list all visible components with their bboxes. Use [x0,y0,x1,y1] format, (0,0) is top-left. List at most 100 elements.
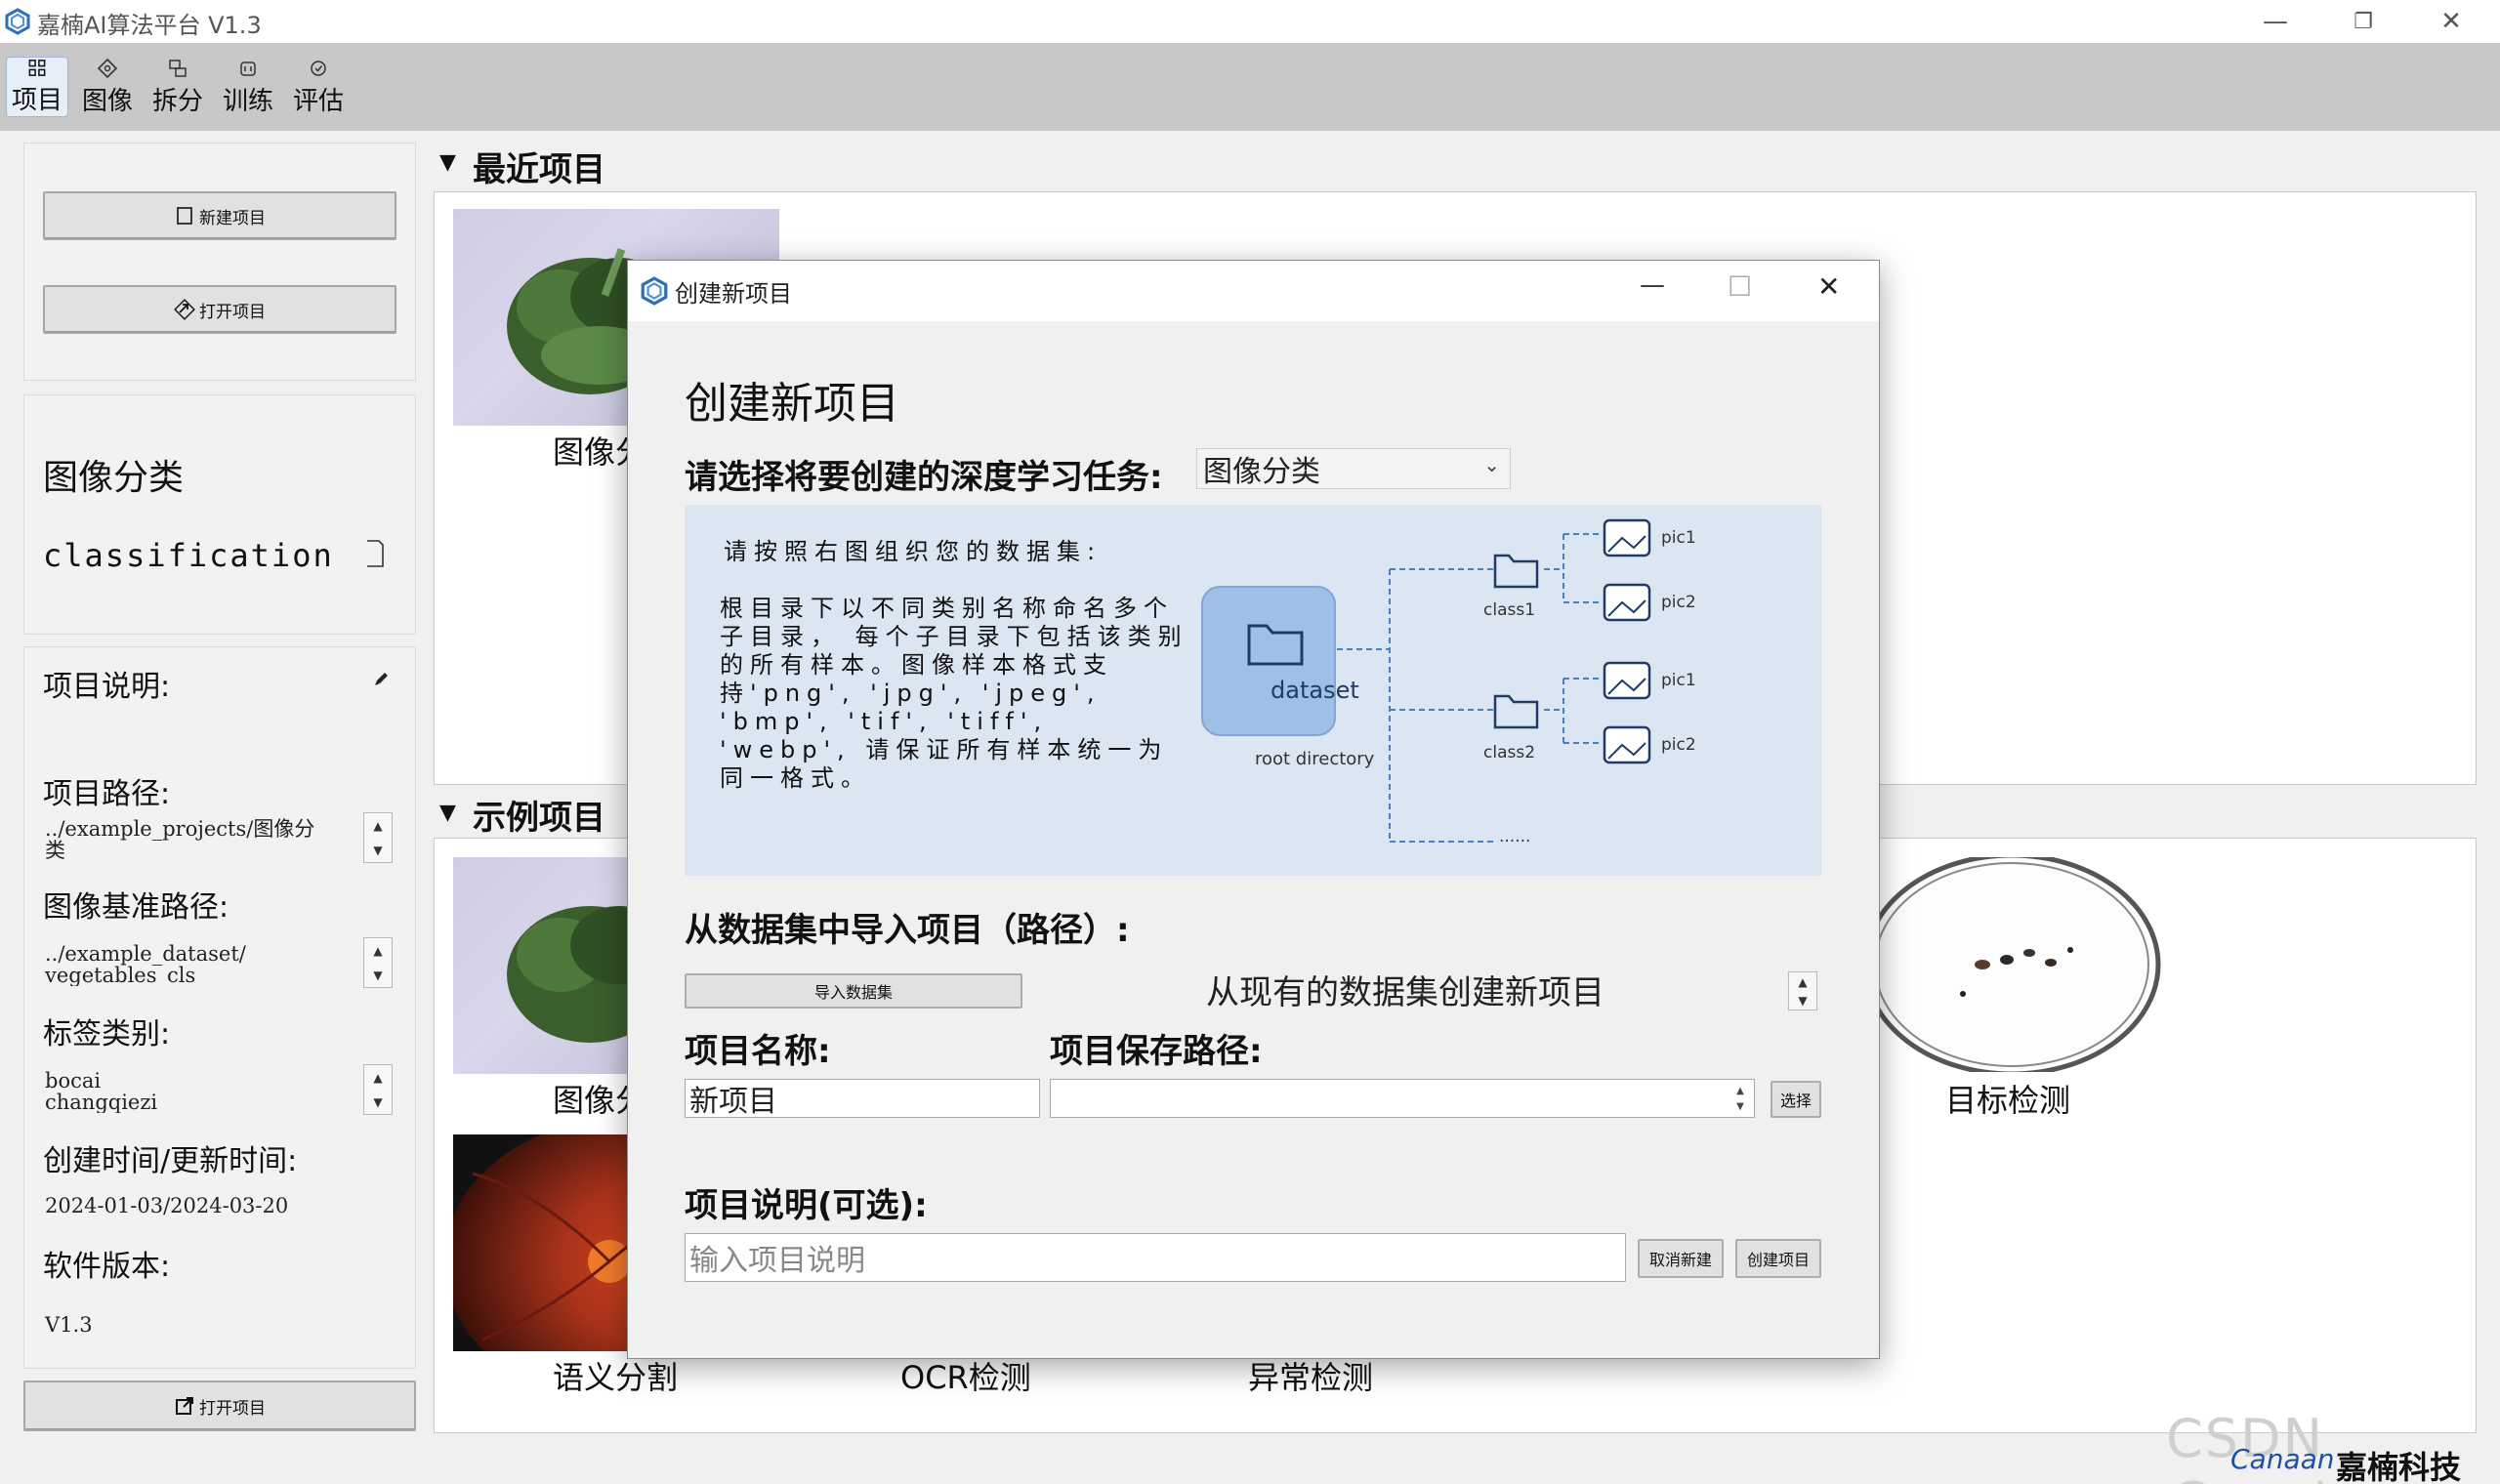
open-external-icon [176,1397,193,1415]
edit-pencil-icon[interactable] [371,670,391,689]
task-name-cn: 图像分类 [43,458,185,498]
dialog-close-button[interactable]: ✕ [1817,270,1840,303]
example-label-anomaly: 异常检测 [1248,1359,1374,1396]
split-icon [169,60,187,77]
new-project-button[interactable]: 新建项目 [43,191,396,240]
toolbar-project[interactable]: 项目 [6,57,68,117]
close-button[interactable]: ✕ [2412,0,2490,43]
version-value: V1.3 [45,1313,93,1337]
path-label: 项目路径: [43,777,171,811]
create-project-dialog: 创建新项目 — ☐ ✕ 创建新项目 请选择将要创建的深度学习任务: 图像分类 ⌄… [627,260,1880,1359]
grid-icon [28,60,46,76]
example-label-segmentation: 语义分割 [553,1359,679,1396]
petri-dish-image [1865,857,2161,1072]
diagram-class2: class2 [1483,743,1536,763]
dialog-heading: 创建新项目 [685,379,899,429]
toolbar-image[interactable]: 图像 [76,57,139,117]
task-type-select[interactable]: 图像分类 ⌄ [1196,448,1511,489]
restore-button[interactable]: ❐ [2324,0,2402,43]
new-project-label: 新建项目 [199,208,266,228]
save-path-input[interactable] [1050,1079,1755,1118]
desc-label: 项目说明: [43,670,171,704]
examples-collapse-icon[interactable]: ▼ [439,801,456,825]
diagram-pic1-a: pic1 [1661,528,1696,548]
diagram-root-caption: root directory [1255,749,1375,769]
toolbar-image-label: 图像 [81,87,133,116]
path-scroll-stepper[interactable]: ▲ ▼ [363,812,393,863]
task-panel [23,394,416,635]
window-title: 嘉楠AI算法平台 V1.3 [37,12,262,39]
dialog-minimize-button[interactable]: — [1640,270,1665,300]
import-title: 从数据集中导入项目（路径）: [685,911,1130,950]
left-actions-panel [23,143,416,381]
example-label-ocr: OCR检测 [900,1359,1031,1396]
image-tag-icon [97,58,118,79]
dialog-maximize-button[interactable]: ☐ [1728,270,1752,303]
toolbar-evaluate[interactable]: 评估 [287,57,350,117]
save-path-label: 项目保存路径: [1050,1032,1263,1071]
tags-value: bocai changqiezi [45,1070,158,1113]
diagram-pic1-b: pic1 [1661,671,1696,690]
desc-optional-label: 项目说明(可选): [685,1186,928,1225]
diagram-pic2-b: pic2 [1661,735,1696,755]
open-project-button[interactable]: 打开项目 [43,285,396,334]
task-name-en: classification [43,537,334,574]
time-value: 2024-01-03/2024-03-20 [45,1194,289,1217]
project-desc-input[interactable]: 输入项目说明 [685,1233,1626,1282]
app-logo-icon [5,8,30,35]
diagram-ellipsis: ...... [1499,827,1531,846]
evaluate-icon [311,61,326,76]
base-path-value: ../example_dataset/ vegetables_cls [45,943,246,986]
recent-section-title: 最近项目 [473,150,605,189]
diagram-body: 根目录下以不同类别名称命名多个子目录， 每个子目录下包括该类别的所有样本。图像样… [720,595,1188,792]
window-titlebar: 嘉楠AI算法平台 V1.3 — ❐ ✕ [0,0,2500,43]
diagram-root-label: dataset [1271,677,1359,704]
dialog-title: 创建新项目 [675,280,792,308]
tags-label: 标签类别: [43,1017,171,1051]
example-thumb-detection[interactable] [1865,857,2168,1072]
toolbar-split[interactable]: 拆分 [146,57,209,117]
chevron-down-icon: ⌄ [1483,453,1500,476]
base-path-scroll-stepper[interactable]: ▲ ▼ [363,937,393,988]
dataset-structure-diagram: 请按照右图组织您的数据集: 根目录下以不同类别名称命名多个子目录， 每个子目录下… [685,505,1821,876]
examples-section-title: 示例项目 [473,799,605,838]
dialog-logo-icon [641,276,668,306]
toolbar-evaluate-label: 评估 [292,87,344,116]
name-label: 项目名称: [685,1032,831,1071]
import-status-text: 从现有的数据集创建新项目 [1206,973,1604,1012]
toolbar-split-label: 拆分 [151,87,203,116]
base-path-label: 图像基准路径: [43,890,229,925]
dialog-titlebar: 创建新项目 — ☐ ✕ [628,261,1879,321]
tags-scroll-stepper[interactable]: ▲ ▼ [363,1064,393,1115]
task-type-value: 图像分类 [1203,455,1320,489]
bottom-open-project-label: 打开项目 [199,1398,266,1419]
toolbar-train[interactable]: 训练 [217,57,279,117]
toolbar-train-label: 训练 [222,87,273,116]
new-file-icon [177,207,192,225]
canaan-logo-text: Canaan [2230,1443,2335,1475]
project-name-input[interactable]: 新项目 [685,1079,1040,1119]
canaan-logo-cn: 嘉楠科技 [2336,1449,2462,1484]
diagram-pic2-a: pic2 [1661,593,1696,612]
choose-path-button[interactable]: 选择 [1771,1081,1821,1118]
cancel-create-button[interactable]: 取消新建 [1638,1239,1724,1278]
open-link-icon [174,299,195,320]
time-label: 创建时间/更新时间: [43,1144,298,1178]
path-value: ../example_projects/图像分 类 [45,818,315,861]
main-toolbar [0,43,2500,131]
toolbar-project-label: 项目 [11,86,62,115]
minimize-button[interactable]: — [2236,0,2314,43]
open-project-label: 打开项目 [199,302,266,322]
train-icon [240,62,256,76]
import-dataset-button[interactable]: 导入数据集 [685,973,1022,1009]
recent-collapse-icon[interactable]: ▼ [439,150,456,175]
file-icon[interactable] [363,539,387,568]
import-scroll-stepper[interactable]: ▲ ▼ [1788,971,1817,1010]
diagram-class1: class1 [1483,600,1536,620]
version-label: 软件版本: [43,1250,171,1284]
bottom-open-project-button[interactable]: 打开项目 [23,1381,416,1431]
diagram-intro: 请按照右图组织您的数据集: [724,538,1103,565]
create-project-button[interactable]: 创建项目 [1735,1239,1821,1278]
task-prompt-label: 请选择将要创建的深度学习任务: [685,458,1163,497]
save-path-stepper[interactable]: ▲ ▼ [1731,1083,1749,1114]
